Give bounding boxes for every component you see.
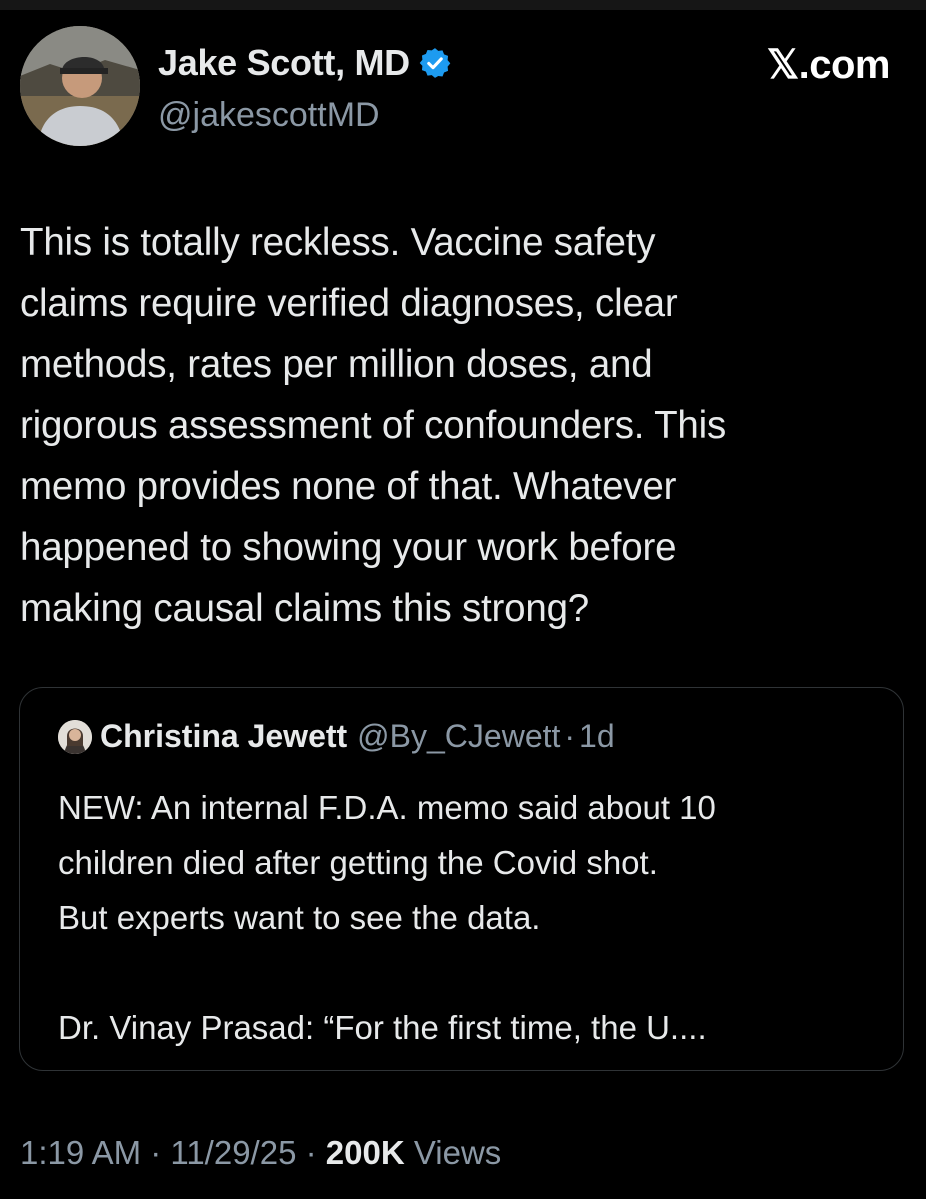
quoted-tweet-time[interactable]: 1d (579, 718, 615, 755)
separator-dot: · (150, 1134, 162, 1171)
quoted-author-name[interactable]: Christina Jewett (100, 718, 347, 755)
views-label: Views (413, 1134, 502, 1171)
author-name[interactable]: Jake Scott, MD (158, 42, 410, 84)
quoted-tweet-text: NEW: An internal F.D.A. memo said about … (58, 789, 716, 1046)
quoted-tweet-card[interactable]: Christina Jewett @By_CJewett · 1d NEW: A… (19, 687, 904, 1071)
separator-dot: · (305, 1134, 317, 1171)
separator-dot: · (564, 718, 576, 754)
tweet-header: Jake Scott, MD @jakescottMD 𝕏.com (20, 26, 906, 150)
quoted-author-handle[interactable]: @By_CJewett (357, 718, 560, 755)
top-strip (0, 0, 926, 10)
source-label: 𝕏.com (766, 43, 891, 87)
author-handle[interactable]: @jakescottMD (158, 96, 380, 135)
tweet-time[interactable]: 1:19 AM (20, 1134, 141, 1171)
tweet-meta: 1:19 AM · 11/29/25 · 200K Views (20, 1134, 501, 1172)
quoted-tweet-header: Christina Jewett @By_CJewett · 1d (58, 718, 615, 755)
tweet-date[interactable]: 11/29/25 (170, 1134, 296, 1171)
views-count[interactable]: 200K (326, 1134, 405, 1171)
author-name-row: Jake Scott, MD (158, 42, 452, 84)
verified-badge-icon (418, 46, 452, 80)
quoted-author-avatar (58, 719, 92, 754)
avatar[interactable] (20, 26, 140, 146)
tweet-text: This is totally reckless. Vaccine safety… (20, 221, 727, 630)
